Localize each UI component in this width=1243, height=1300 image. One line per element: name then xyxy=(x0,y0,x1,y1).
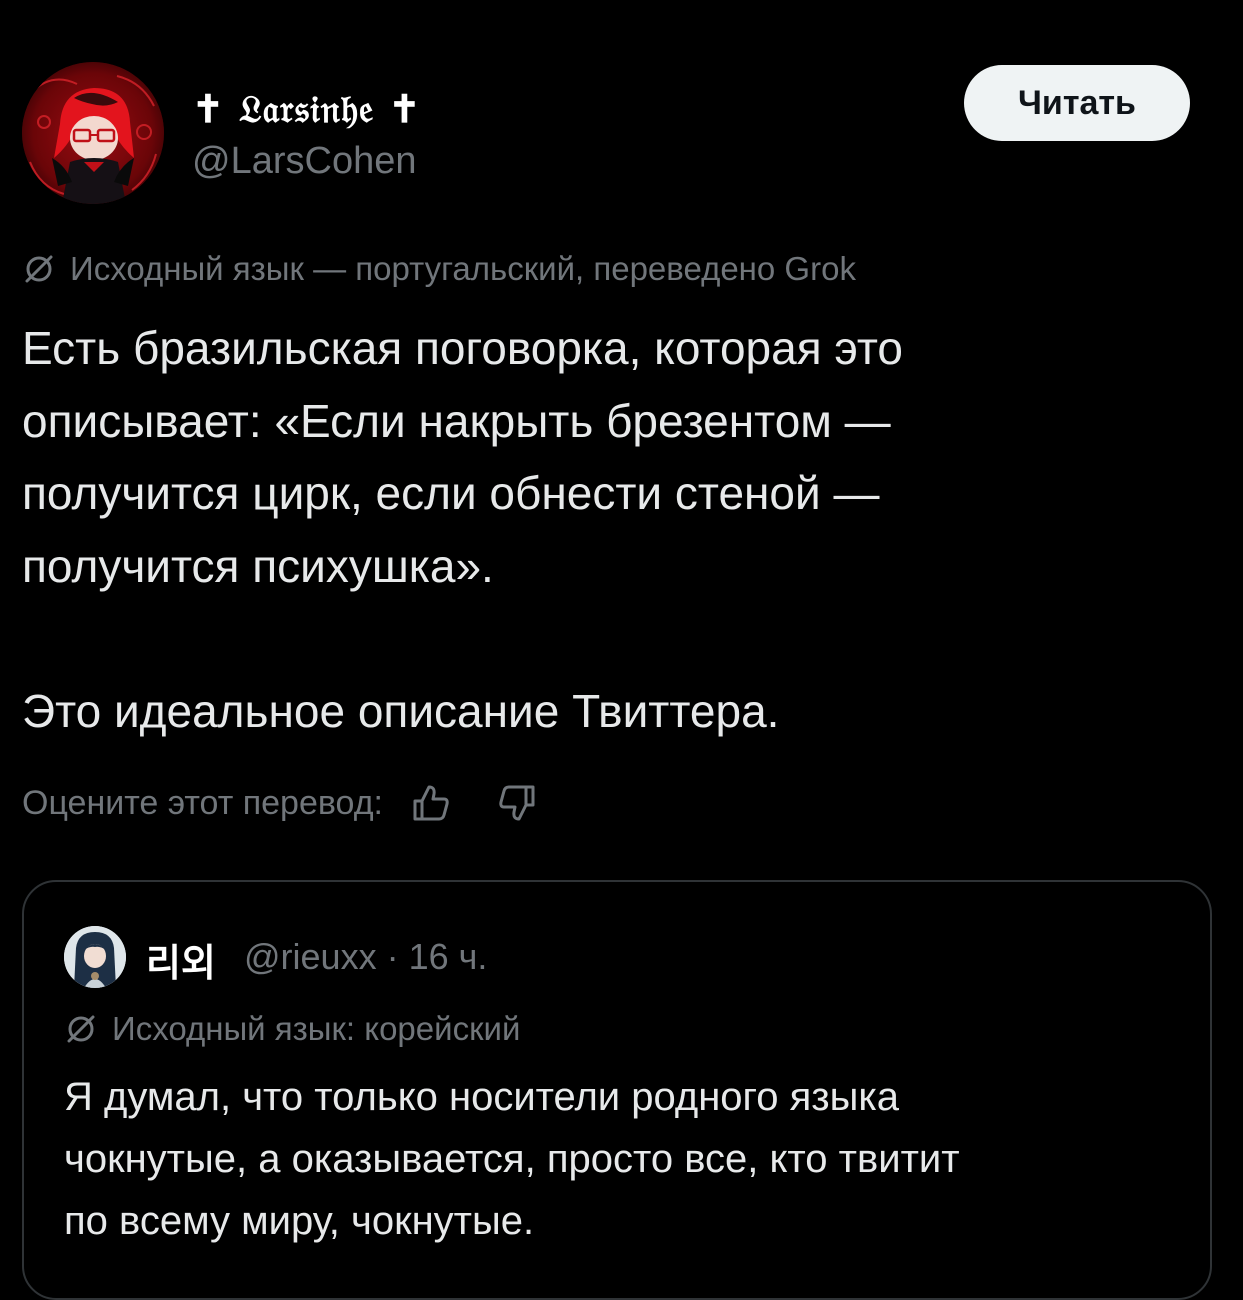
post-text-line: Это идеальное описание Твиттера. xyxy=(22,684,780,737)
post-text-line: получится цирк, если обнести стеной — xyxy=(22,467,880,519)
avatar[interactable] xyxy=(22,62,164,204)
translation-note-text: Исходный язык — португальский, переведен… xyxy=(70,250,856,287)
quoted-display-name[interactable]: 리외 xyxy=(146,932,216,987)
quoted-post[interactable]: 리외 @rieuxx · 16 ч. Исходный язык: корейс… xyxy=(22,880,1212,1300)
translate-icon xyxy=(22,252,56,286)
post-text: Есть бразильская поговорка, которая это … xyxy=(22,312,1222,747)
thumbs-down-icon[interactable] xyxy=(495,781,539,825)
quoted-handle-time[interactable]: @rieuxx · 16 ч. xyxy=(244,936,487,978)
quoted-translation-note: Исходный язык: корейский xyxy=(64,1010,520,1048)
post: ✝ 𝔏𝔞𝔯𝔰𝔦𝔫𝔥𝔢 ✝ @LarsCohen Читать Исходный … xyxy=(0,0,1243,1300)
quoted-text: Я думал, что только носители родного язы… xyxy=(64,1066,1184,1252)
quoted-text-line: чокнутые, а оказывается, просто все, кто… xyxy=(64,1137,960,1181)
quoted-text-line: по всему миру, чокнутые. xyxy=(64,1199,535,1243)
post-text-line: описывает: «Если накрыть брезентом — xyxy=(22,394,891,447)
follow-button[interactable]: Читать xyxy=(964,65,1190,141)
display-name[interactable]: ✝ 𝔏𝔞𝔯𝔰𝔦𝔫𝔥𝔢 ✝ xyxy=(192,86,421,132)
quoted-text-line: Я думал, что только носители родного язы… xyxy=(64,1075,899,1119)
post-text-line: получится психушка». xyxy=(22,539,494,592)
rate-translation: Оцените этот перевод: xyxy=(22,778,539,828)
translation-note: Исходный язык — португальский, переведен… xyxy=(22,250,856,288)
rate-label: Оцените этот перевод: xyxy=(22,783,384,822)
translate-icon xyxy=(64,1012,98,1046)
quoted-avatar-image xyxy=(64,926,126,988)
quoted-translation-note-text: Исходный язык: корейский xyxy=(112,1010,521,1047)
post-text-line: Есть бразильская поговорка, которая это xyxy=(22,322,903,374)
user-handle[interactable]: @LarsCohen xyxy=(192,140,416,183)
avatar-image xyxy=(22,62,164,204)
quoted-avatar[interactable] xyxy=(64,926,126,988)
thumbs-up-icon[interactable] xyxy=(409,781,453,825)
